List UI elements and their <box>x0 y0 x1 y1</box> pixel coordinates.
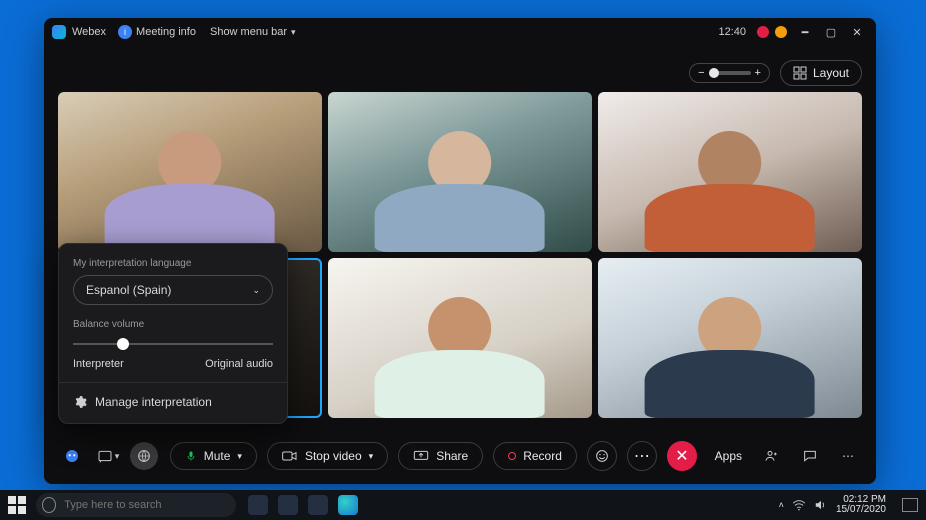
chevron-down-icon[interactable]: ▾ <box>237 451 242 462</box>
balance-volume-slider[interactable] <box>73 336 273 352</box>
volume-icon[interactable] <box>814 499 828 511</box>
controls-left: ▾ <box>58 442 158 470</box>
participant-avatar <box>638 287 823 418</box>
interpretation-button[interactable] <box>130 442 158 470</box>
participant-tile-1[interactable] <box>58 92 322 252</box>
tray-expand-icon[interactable]: ˄ <box>779 500 784 510</box>
search-input[interactable] <box>64 499 224 511</box>
record-button[interactable]: Record <box>493 442 577 470</box>
more-options-button[interactable]: ⋯ <box>627 441 657 471</box>
system-tray: ˄ 02:12 PM 15/07/2020 <box>779 495 918 516</box>
layout-label: Layout <box>813 66 849 80</box>
participant-avatar <box>638 121 823 252</box>
edge-browser-icon[interactable] <box>338 495 358 515</box>
meeting-info-button[interactable]: Meeting info <box>136 26 196 38</box>
record-label: Record <box>523 449 562 463</box>
status-indicator-icon <box>775 26 787 38</box>
zoom-control[interactable]: − + <box>689 63 770 83</box>
chevron-down-icon: ▾ <box>115 451 120 462</box>
interpretation-language-value: Espanol (Spain) <box>86 283 171 297</box>
end-call-button[interactable]: ✕ <box>667 441 697 471</box>
captions-button[interactable]: ▾ <box>94 442 122 470</box>
interpretation-language-label: My interpretation language <box>73 258 273 269</box>
participant-avatar <box>368 121 553 252</box>
balance-left-label: Interpreter <box>73 358 124 370</box>
gear-icon <box>73 395 87 409</box>
manage-interpretation-button[interactable]: Manage interpretation <box>73 391 273 413</box>
participants-button[interactable] <box>758 442 786 470</box>
interpretation-language-select[interactable]: Espanol (Spain) ⌄ <box>73 275 273 305</box>
webex-logo-icon <box>52 25 66 39</box>
balance-volume-label: Balance volume <box>73 319 273 330</box>
controls-center: Mute ▾ Stop video ▾ Share Record <box>166 441 701 471</box>
info-icon[interactable]: i <box>118 25 132 39</box>
slider-knob[interactable] <box>117 338 129 350</box>
cortana-icon <box>42 497 56 513</box>
zoom-out-icon[interactable]: − <box>698 67 704 79</box>
participant-avatar <box>98 121 283 252</box>
titlebar: Webex i Meeting info Show menu bar ▾ 12:… <box>44 18 876 46</box>
webex-window: Webex i Meeting info Show menu bar ▾ 12:… <box>44 18 876 484</box>
action-center-icon[interactable] <box>902 498 918 512</box>
chat-button[interactable] <box>796 442 824 470</box>
start-button[interactable] <box>8 496 26 514</box>
window-minimize-button[interactable]: ━ <box>794 26 816 39</box>
share-screen-icon <box>413 450 429 462</box>
assistant-icon[interactable] <box>58 442 86 470</box>
app-title: Webex <box>72 26 106 38</box>
window-maximize-button[interactable]: ▢ <box>820 26 842 39</box>
microphone-icon <box>185 449 197 463</box>
interpretation-popup: My interpretation language Espanol (Spai… <box>58 243 288 424</box>
participant-tile-5[interactable] <box>328 258 592 418</box>
webex-taskbar-icon[interactable] <box>308 495 328 515</box>
participant-tile-3[interactable] <box>598 92 862 252</box>
taskbar-search[interactable] <box>36 493 236 517</box>
show-menu-bar-button[interactable]: Show menu bar ▾ <box>210 26 296 38</box>
zoom-in-icon[interactable]: + <box>755 67 761 79</box>
ellipsis-icon: ⋯ <box>842 449 854 463</box>
taskbar-clock[interactable]: 02:12 PM 15/07/2020 <box>836 495 886 516</box>
meeting-clock: 12:40 <box>718 26 746 38</box>
participant-tile-2[interactable] <box>328 92 592 252</box>
manage-interpretation-label: Manage interpretation <box>95 395 212 409</box>
windows-taskbar: ˄ 02:12 PM 15/07/2020 <box>0 490 926 520</box>
ellipsis-icon: ⋯ <box>634 446 650 466</box>
reactions-button[interactable] <box>587 441 617 471</box>
show-menu-bar-label: Show menu bar <box>210 26 287 38</box>
share-label: Share <box>436 449 468 463</box>
taskbar-pinned-apps <box>248 495 358 515</box>
slider-track <box>73 343 273 345</box>
stop-video-button[interactable]: Stop video ▾ <box>267 442 388 470</box>
participant-tile-6[interactable] <box>598 258 862 418</box>
zoom-slider-knob[interactable] <box>709 68 719 78</box>
wifi-icon[interactable] <box>792 499 806 511</box>
close-icon: ✕ <box>675 446 688 466</box>
mute-button[interactable]: Mute ▾ <box>170 442 257 470</box>
layout-button[interactable]: Layout <box>780 60 862 86</box>
chevron-down-icon: ▾ <box>291 27 296 38</box>
controls-right: Apps ⋯ <box>709 442 862 470</box>
file-explorer-icon[interactable] <box>278 495 298 515</box>
mute-label: Mute <box>204 449 231 463</box>
camera-icon <box>282 450 298 462</box>
top-right-controls: − + Layout <box>689 60 862 86</box>
layout-grid-icon <box>793 66 807 80</box>
participant-avatar <box>368 287 553 418</box>
panel-options-button[interactable]: ⋯ <box>834 442 862 470</box>
recording-indicator-icon <box>757 26 769 38</box>
chevron-down-icon: ⌄ <box>252 285 260 296</box>
chevron-down-icon[interactable]: ▾ <box>369 451 374 462</box>
divider <box>59 382 287 383</box>
stop-video-label: Stop video <box>305 449 362 463</box>
taskbar-date: 15/07/2020 <box>836 505 886 516</box>
share-button[interactable]: Share <box>398 442 483 470</box>
task-view-icon[interactable] <box>248 495 268 515</box>
record-icon <box>508 452 516 460</box>
zoom-slider-track[interactable] <box>709 71 751 75</box>
balance-endpoints: Interpreter Original audio <box>73 358 273 370</box>
window-close-button[interactable]: ✕ <box>846 26 868 39</box>
apps-button[interactable]: Apps <box>709 445 748 467</box>
meeting-controls: ▾ Mute ▾ Stop video ▾ <box>44 428 876 484</box>
balance-right-label: Original audio <box>205 358 273 370</box>
